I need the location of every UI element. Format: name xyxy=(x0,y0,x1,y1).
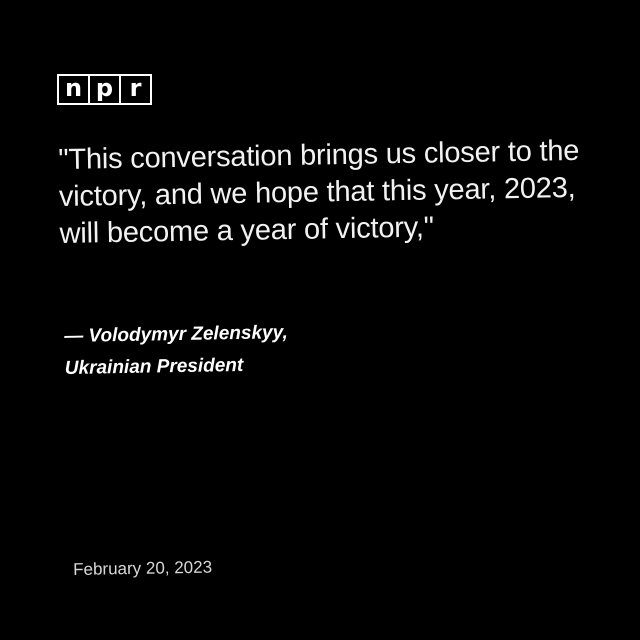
attribution: — Volodymyr Zelenskyy, Ukrainian Preside… xyxy=(64,315,425,385)
attribution-title: Ukrainian President xyxy=(64,354,244,379)
logo-letter-r: r xyxy=(121,76,150,103)
quote-text: "This conversation brings us closer to t… xyxy=(58,134,580,250)
quote-card: n p r "This conversation brings us close… xyxy=(0,0,640,640)
publish-date: February 20, 2023 xyxy=(73,557,213,579)
logo-letter-p: p xyxy=(90,76,119,103)
logo-letter-n: n xyxy=(59,76,88,103)
npr-logo: n p r xyxy=(57,74,152,105)
